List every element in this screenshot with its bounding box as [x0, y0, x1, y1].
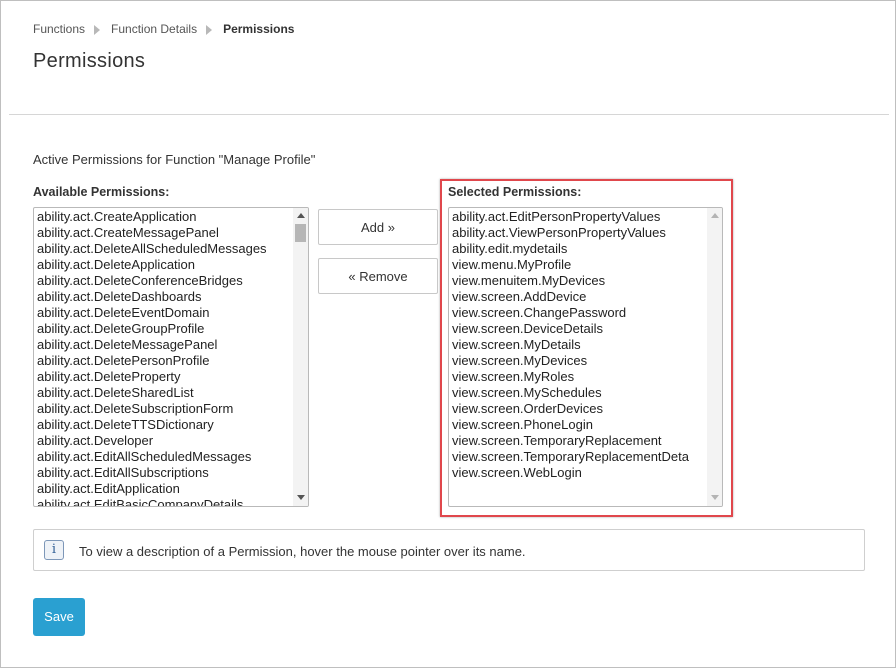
breadcrumb-chevron-icon — [206, 25, 213, 35]
available-permission-item[interactable]: ability.act.DeleteApplication — [36, 257, 292, 273]
header-divider — [9, 114, 889, 115]
info-message: i To view a description of a Permission,… — [33, 529, 865, 571]
available-permission-item[interactable]: ability.act.DeleteSubscriptionForm — [36, 401, 292, 417]
add-button[interactable]: Add » — [318, 209, 438, 245]
available-permissions-items: ability.act.CreateApplication ability.act… — [36, 209, 292, 506]
available-permissions-label: Available Permissions: — [33, 185, 170, 199]
available-permission-item[interactable]: ability.act.DeleteEventDomain — [36, 305, 292, 321]
available-permission-item[interactable]: ability.act.EditBasicCompanyDetails — [36, 497, 292, 506]
info-text: To view a description of a Permission, h… — [79, 544, 526, 559]
selected-permissions-highlight — [440, 179, 733, 517]
available-permission-item[interactable]: ability.act.DeleteGroupProfile — [36, 321, 292, 337]
breadcrumb-chevron-icon — [94, 25, 101, 35]
available-permission-item[interactable]: ability.act.DeletePersonProfile — [36, 353, 292, 369]
available-permissions-list[interactable]: ability.act.CreateApplication ability.act… — [33, 207, 309, 507]
scroll-down-arrow-icon[interactable] — [297, 495, 305, 500]
available-permission-item[interactable]: ability.act.CreateMessagePanel — [36, 225, 292, 241]
scroll-thumb[interactable] — [295, 224, 306, 242]
available-permission-item[interactable]: ability.act.EditAllSubscriptions — [36, 465, 292, 481]
available-permission-item[interactable]: ability.act.Developer — [36, 433, 292, 449]
page-title: Permissions — [33, 50, 146, 72]
available-permission-item[interactable]: ability.act.DeleteMessagePanel — [36, 337, 292, 353]
breadcrumb-permissions: Permissions — [223, 22, 295, 36]
active-permissions-caption: Active Permissions for Function "Manage … — [33, 152, 316, 167]
available-permission-item[interactable]: ability.act.DeleteDashboards — [36, 289, 292, 305]
available-permission-item[interactable]: ability.act.DeleteConferenceBridges — [36, 273, 292, 289]
info-icon: i — [44, 540, 64, 560]
remove-button[interactable]: « Remove — [318, 258, 438, 294]
available-permission-item[interactable]: ability.act.DeleteProperty — [36, 369, 292, 385]
available-permission-item[interactable]: ability.act.DeleteAllScheduledMessages — [36, 241, 292, 257]
available-permission-item[interactable]: ability.act.EditAllScheduledMessages — [36, 449, 292, 465]
available-permission-item[interactable]: ability.act.EditApplication — [36, 481, 292, 497]
available-permission-item[interactable]: ability.act.DeleteSharedList — [36, 385, 292, 401]
breadcrumb-function-details[interactable]: Function Details — [111, 22, 197, 36]
available-permission-item[interactable]: ability.act.CreateApplication — [36, 209, 292, 225]
available-list-scrollbar[interactable] — [293, 208, 308, 506]
scroll-up-arrow-icon[interactable] — [297, 213, 305, 218]
breadcrumb: Functions Function Details Permissions — [33, 22, 294, 36]
breadcrumb-functions[interactable]: Functions — [33, 22, 85, 36]
save-button[interactable]: Save — [33, 598, 85, 636]
available-permission-item[interactable]: ability.act.DeleteTTSDictionary — [36, 417, 292, 433]
